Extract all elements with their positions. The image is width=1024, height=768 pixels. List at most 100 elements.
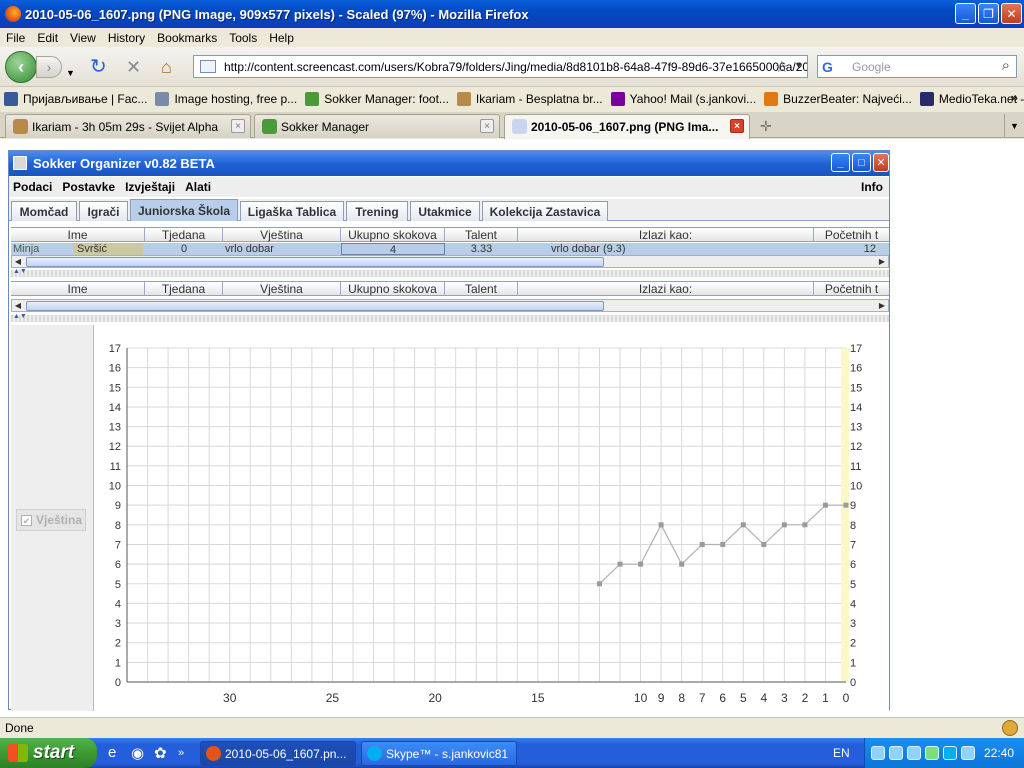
taskbar-item-firefox[interactable]: 2010-05-06_1607.pn... — [200, 741, 356, 766]
bookmark-item[interactable]: BuzzerBeater: Najveći... — [764, 92, 912, 106]
col-izlazi-kao[interactable]: Izlazi kao: — [518, 282, 814, 296]
col-ukupno-skokova[interactable]: Ukupno skokova — [341, 282, 445, 296]
tray-messenger-icon[interactable] — [961, 746, 975, 760]
history-dropdown-icon[interactable]: ▼ — [66, 64, 75, 82]
bookmark-item[interactable]: Пријављивање | Fac... — [4, 92, 147, 106]
restore-button[interactable]: ❐ — [978, 3, 999, 24]
reload-icon[interactable]: ↻ — [90, 57, 107, 77]
app-menu-podaci[interactable]: Podaci — [9, 180, 58, 194]
app-tab-ligaska-tablica[interactable]: Ligaška Tablica — [240, 201, 344, 221]
browser-tab-ikariam[interactable]: Ikariam - 3h 05m 29s - Svijet Alpha × — [5, 114, 251, 138]
bookmark-item[interactable]: Sokker Manager: foot... — [305, 92, 449, 106]
scroll-thumb[interactable] — [26, 301, 604, 311]
taskbar-clock: 22:40 — [983, 746, 1014, 760]
stop-icon[interactable]: ✕ — [126, 58, 141, 76]
table1-horizontal-scrollbar[interactable]: ◀ ▶ — [11, 255, 889, 268]
scroll-right-icon[interactable]: ▶ — [876, 300, 888, 311]
browser-tab-image[interactable]: 2010-05-06_1607.png (PNG Ima... × — [504, 114, 750, 139]
menu-help[interactable]: Help — [263, 31, 300, 45]
col-talent[interactable]: Talent — [445, 282, 518, 296]
home-icon[interactable]: ⌂ — [161, 58, 172, 76]
vjestina-checkbox[interactable]: ✔ Vještina — [16, 509, 86, 531]
tab-close-icon[interactable]: × — [730, 119, 744, 133]
bookmark-item[interactable]: Ikariam - Besplatna br... — [456, 92, 603, 106]
app-menu-alati[interactable]: Alati — [181, 180, 217, 194]
bookmark-item[interactable]: Image hosting, free p... — [155, 92, 297, 106]
minimize-button[interactable]: _ — [955, 3, 976, 24]
y-tick-label-right: 9 — [850, 500, 856, 512]
sokker-organizer-window[interactable]: Sokker Organizer v0.82 BETA _ □ ✕ Podaci… — [8, 150, 890, 711]
splitter-arrows-icon[interactable]: ▲▼ — [13, 313, 27, 320]
tab-close-icon[interactable]: × — [480, 119, 494, 133]
addon-smiley-icon[interactable] — [1002, 720, 1018, 736]
col-pocetnih[interactable]: Početnih t — [814, 228, 889, 242]
messenger-quicklaunch-icon[interactable]: ✿ — [154, 744, 167, 762]
bookmark-item[interactable]: MedioTeka.net - bespl... — [919, 92, 1024, 106]
scroll-left-icon[interactable]: ◀ — [12, 300, 24, 311]
app-menu-info[interactable]: Info — [857, 180, 889, 194]
tray-antivirus-icon[interactable] — [925, 746, 939, 760]
col-ukupno-skokova[interactable]: Ukupno skokova — [341, 228, 445, 242]
cell-last-name: Svršić — [73, 243, 143, 255]
menu-file[interactable]: File — [0, 31, 31, 45]
app-tab-kolekcija-zastavica[interactable]: Kolekcija Zastavica — [482, 201, 608, 221]
tab-close-icon[interactable]: × — [231, 119, 245, 133]
col-pocetnih[interactable]: Početnih t — [814, 282, 889, 296]
search-icon[interactable]: ⌕ — [1002, 57, 1010, 74]
google-engine-icon[interactable]: G — [822, 59, 833, 75]
bookmarks-overflow-icon[interactable]: » — [1011, 90, 1018, 105]
tray-volume-icon[interactable] — [889, 746, 903, 760]
col-ime[interactable]: Ime — [11, 282, 145, 296]
menu-history[interactable]: History — [102, 31, 151, 45]
bookmark-star-icon[interactable]: ☆ — [775, 57, 789, 77]
menu-view[interactable]: View — [64, 31, 102, 45]
app-menu-izvjestaji[interactable]: Izvještaji — [121, 180, 181, 194]
search-input[interactable]: G Google ⌕ — [817, 55, 1017, 78]
scroll-left-icon[interactable]: ◀ — [12, 256, 24, 267]
scroll-right-icon[interactable]: ▶ — [876, 256, 888, 267]
col-tjedana[interactable]: Tjedana — [145, 282, 223, 296]
forward-button[interactable]: › — [36, 56, 62, 78]
firefox-quicklaunch-icon[interactable]: ◉ — [131, 744, 144, 762]
scroll-thumb[interactable] — [26, 257, 604, 267]
new-tab-icon[interactable]: ✛ — [760, 118, 772, 135]
browser-tab-sokker[interactable]: Sokker Manager × — [254, 114, 500, 138]
app-tab-utakmice[interactable]: Utakmice — [410, 201, 480, 221]
col-vjestina[interactable]: Vještina — [223, 282, 341, 296]
url-dropdown-icon[interactable]: ▼ — [794, 60, 803, 70]
app-tab-momcad[interactable]: Momčad — [11, 201, 77, 221]
col-vjestina[interactable]: Vještina — [223, 228, 341, 242]
table-row[interactable]: Minja Svršić 0 vrlo dobar 4 3.33 vrlo do… — [11, 243, 889, 255]
app-tab-juniorska-skola[interactable]: Juniorska Škola — [130, 199, 238, 221]
tray-skype-icon[interactable] — [943, 746, 957, 760]
app-tab-trening[interactable]: Trening — [346, 201, 408, 221]
menu-bookmarks[interactable]: Bookmarks — [151, 31, 223, 45]
tab-list-dropdown-icon[interactable]: ▼ — [1004, 114, 1024, 138]
splitter-arrows-icon[interactable]: ▲▼ — [13, 268, 27, 275]
table2-horizontal-scrollbar[interactable]: ◀ ▶ — [11, 299, 889, 312]
col-tjedana[interactable]: Tjedana — [145, 228, 223, 242]
col-talent[interactable]: Talent — [445, 228, 518, 242]
language-indicator[interactable]: EN — [833, 746, 850, 760]
bookmark-item[interactable]: Yahoo! Mail (s.jankovi... — [610, 92, 756, 106]
menu-edit[interactable]: Edit — [31, 31, 64, 45]
app-minimize-button[interactable]: _ — [831, 153, 850, 172]
split-pane-divider[interactable]: ▲▼ — [11, 268, 889, 277]
url-bar[interactable]: http://content.screencast.com/users/Kobr… — [193, 55, 808, 78]
menu-tools[interactable]: Tools — [223, 31, 263, 45]
col-izlazi-kao[interactable]: Izlazi kao: — [518, 228, 814, 242]
split-pane-divider[interactable]: ▲▼ — [11, 313, 889, 322]
app-close-button[interactable]: ✕ — [873, 153, 889, 172]
app-menu-postavke[interactable]: Postavke — [58, 180, 121, 194]
start-button[interactable]: start — [0, 738, 97, 768]
taskbar-item-skype[interactable]: Skype™ - s.jankovic81 — [361, 741, 517, 766]
tray-security-icon[interactable] — [907, 746, 921, 760]
close-button[interactable]: ✕ — [1001, 3, 1022, 24]
back-button[interactable]: ‹ — [5, 51, 37, 83]
col-ime[interactable]: Ime — [11, 228, 145, 242]
ie-quicklaunch-icon[interactable]: e — [108, 744, 116, 761]
app-maximize-button[interactable]: □ — [852, 153, 871, 172]
quicklaunch-more-icon[interactable]: » — [178, 747, 184, 759]
tray-network-icon[interactable] — [871, 746, 885, 760]
app-tab-igraci[interactable]: Igrači — [79, 201, 128, 221]
